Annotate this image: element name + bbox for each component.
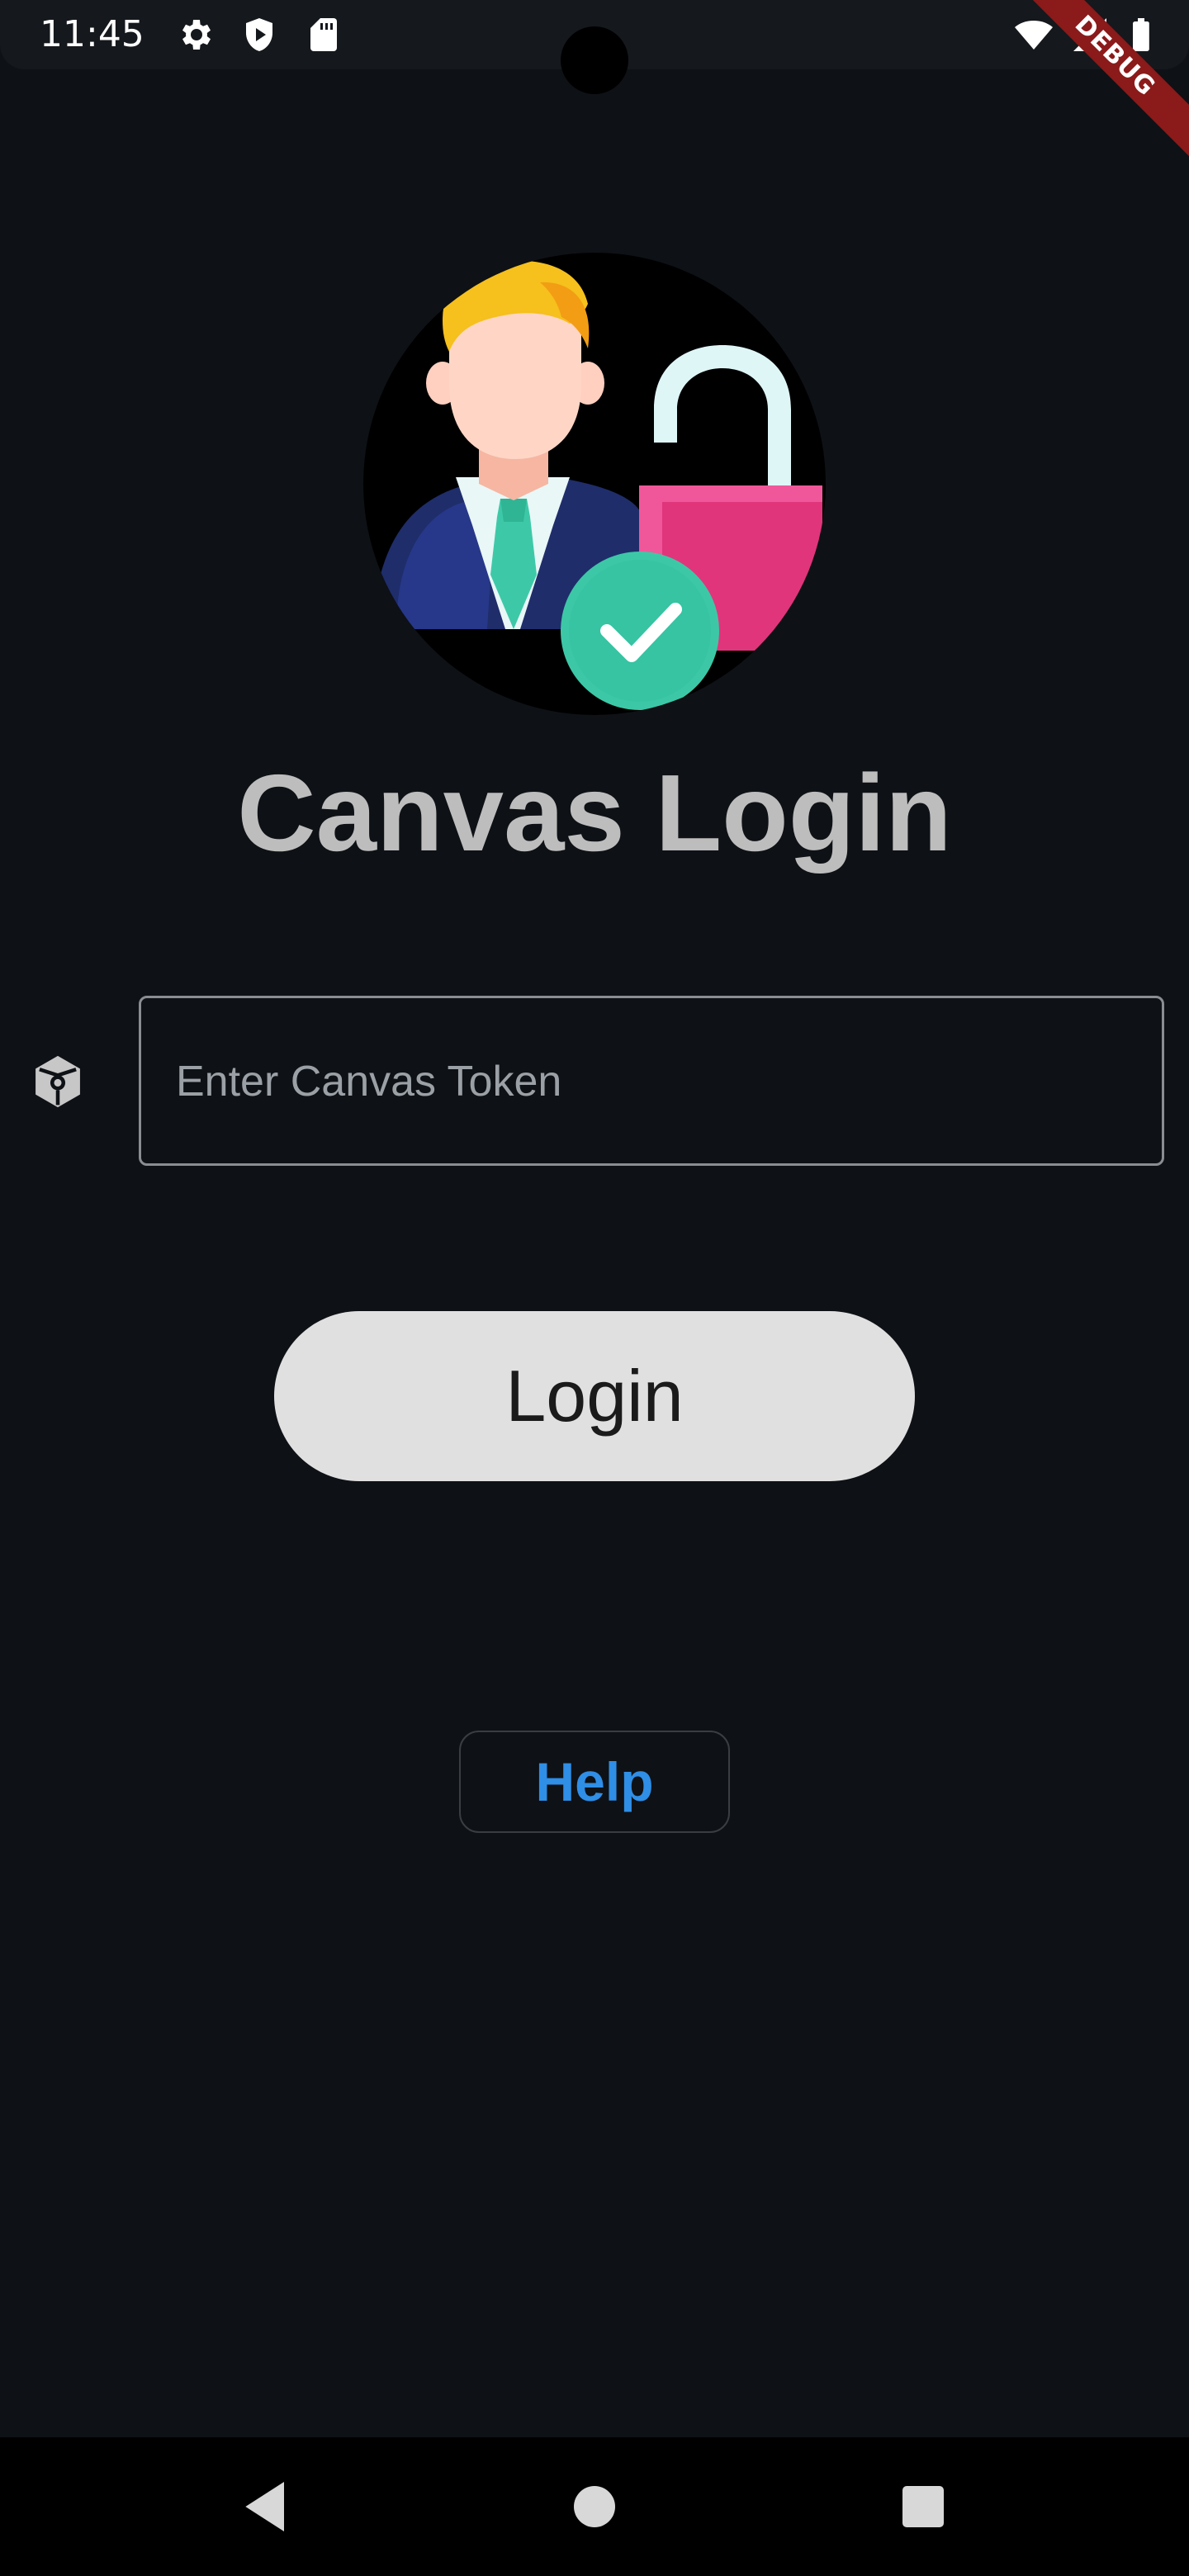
- wifi-icon: [1015, 21, 1053, 50]
- status-time: 11:45: [40, 13, 144, 55]
- canvas-token-input[interactable]: [174, 998, 1135, 1165]
- navigation-bar: [0, 2437, 1189, 2576]
- shield-play-icon: [246, 18, 272, 51]
- cube-icon: [36, 1055, 80, 1108]
- recents-square-icon[interactable]: [890, 2474, 956, 2540]
- help-button[interactable]: Help: [459, 1731, 730, 1833]
- login-screen: 11:45 DEBUG Canvas Login Enter Canvas To…: [0, 0, 1189, 2576]
- user-unlock-illustration: [363, 253, 826, 715]
- back-triangle-icon[interactable]: [234, 2474, 301, 2540]
- login-button[interactable]: Login: [274, 1311, 915, 1481]
- home-circle-icon[interactable]: [561, 2474, 628, 2540]
- sd-card-icon: [310, 18, 337, 51]
- gear-icon: [182, 20, 211, 50]
- token-field[interactable]: [139, 996, 1164, 1166]
- camera-cutout: [561, 26, 628, 94]
- page-title: Canvas Login: [237, 752, 952, 874]
